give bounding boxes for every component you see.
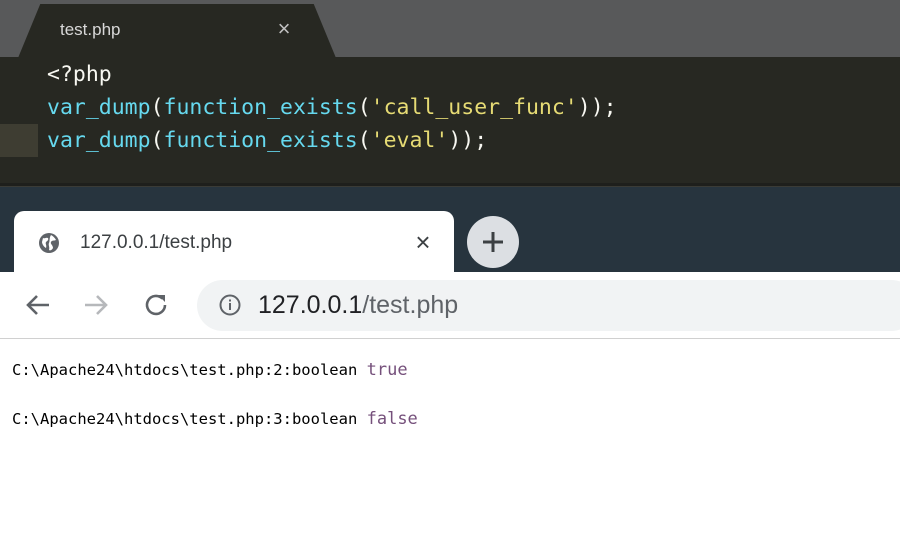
- current-line-marker: [0, 124, 38, 157]
- output-prefix: C:\Apache24\htdocs\test.php:2:boolean: [12, 361, 367, 379]
- forward-arrow-icon[interactable]: [81, 290, 111, 320]
- code-closing: ));: [448, 128, 488, 153]
- code-paren: (: [357, 128, 371, 153]
- new-tab-button[interactable]: [467, 216, 519, 268]
- url-path: /test.php: [362, 291, 459, 319]
- code-paren: (: [150, 128, 164, 153]
- code-fn-function-exists: function_exists: [163, 128, 358, 153]
- address-bar-url[interactable]: 127.0.0.1/test.php: [258, 291, 458, 319]
- code-line-1[interactable]: <?php: [0, 58, 900, 91]
- output-line: C:\Apache24\htdocs\test.php:2:boolean tr…: [12, 360, 408, 380]
- code-paren: (: [357, 95, 371, 120]
- browser-tab-title: 127.0.0.1/test.php: [80, 232, 233, 253]
- editor-tab-title: test.php: [60, 20, 121, 39]
- plus-icon: [483, 232, 503, 252]
- back-arrow-icon[interactable]: [23, 290, 53, 320]
- php-open-tag: <?php: [47, 62, 112, 87]
- code-fn-var-dump: var_dump: [47, 128, 151, 153]
- reload-icon[interactable]: [141, 290, 171, 320]
- output-line: C:\Apache24\htdocs\test.php:3:boolean fa…: [12, 409, 418, 429]
- code-line-2[interactable]: var_dump(function_exists('call_user_func…: [0, 91, 900, 124]
- globe-icon: [39, 233, 59, 253]
- code-editor: test.php × <?php var_dump(function_exist…: [0, 0, 900, 187]
- code-paren: (: [150, 95, 164, 120]
- editor-tab-close-icon[interactable]: ×: [274, 17, 294, 41]
- output-boolean-value: false: [366, 409, 418, 429]
- output-prefix: C:\Apache24\htdocs\test.php:3:boolean: [12, 410, 367, 428]
- browser-tab-close-icon[interactable]: ×: [409, 228, 437, 256]
- code-closing: ));: [577, 95, 617, 120]
- output-boolean-value: true: [366, 360, 408, 380]
- code-line-3[interactable]: var_dump(function_exists('eval'));: [0, 124, 900, 157]
- code-area[interactable]: <?php var_dump(function_exists('call_use…: [0, 58, 900, 180]
- info-icon[interactable]: [218, 293, 242, 317]
- code-string: 'eval': [370, 128, 449, 153]
- code-string: 'call_user_func': [370, 95, 578, 120]
- url-host: 127.0.0.1: [258, 291, 363, 319]
- code-fn-function-exists: function_exists: [163, 95, 358, 120]
- code-fn-var-dump: var_dump: [47, 95, 151, 120]
